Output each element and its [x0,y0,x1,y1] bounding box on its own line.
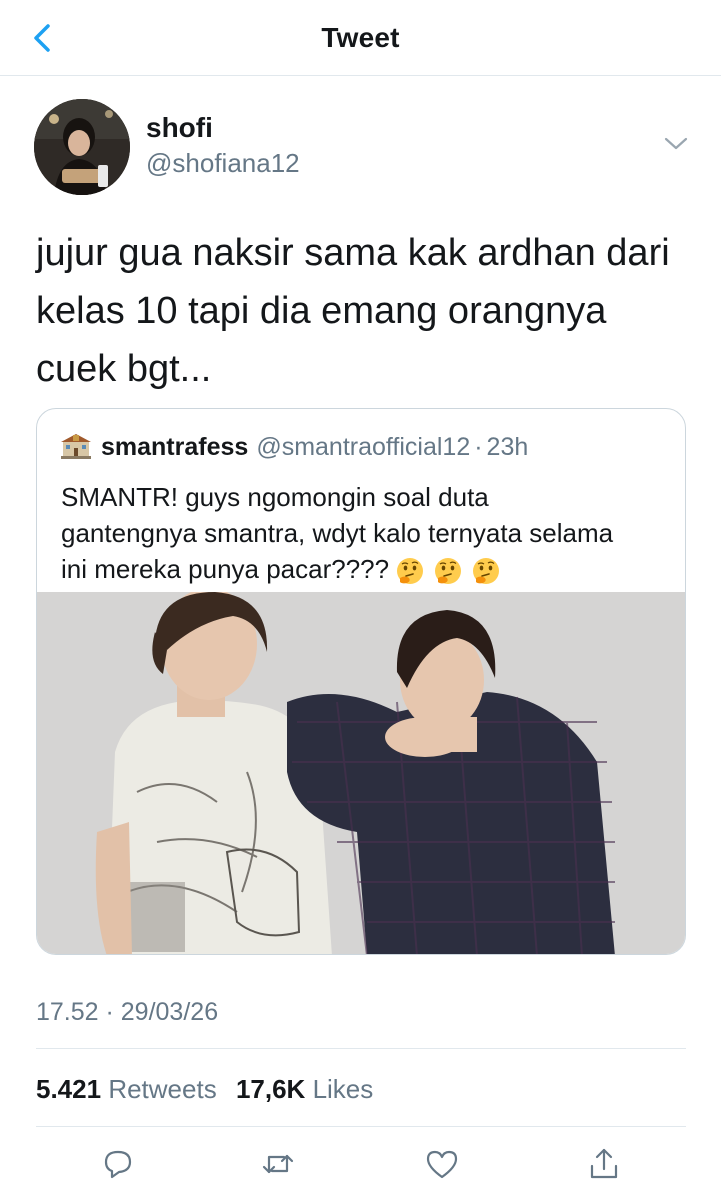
page-title: Tweet [321,22,400,53]
separator-dot: · [474,433,483,461]
quoted-line: ini mereka punya pacar???? [61,551,671,595]
quoted-line: SMANTR! guys ngomongin soal duta [61,482,489,512]
chevron-down-icon[interactable] [662,134,690,154]
author-handle[interactable]: @shofiana12 [146,148,300,179]
thinking-face-icon [435,558,462,584]
divider [36,1048,686,1049]
engagement-stats: 5.421 Retweets 17,6K Likes [36,1074,385,1105]
quoted-author-handle: @smantraofficial12 [256,433,471,461]
reply-icon[interactable] [100,1146,136,1182]
avatar-photo [34,99,130,195]
top-bar: Tweet [0,0,721,76]
retweets-count[interactable]: 5.421 [36,1074,101,1104]
quoted-tweet-header: smantrafess @smantraofficial12 · 23h [61,433,528,463]
quoted-line-text: ini mereka punya pacar???? [61,554,390,584]
share-icon[interactable] [586,1146,622,1182]
retweet-icon[interactable] [260,1146,296,1182]
tweet-line: cuek bgt... [36,348,212,390]
retweets-label[interactable]: Retweets [108,1074,216,1104]
tweet-line: jujur gua naksir sama kak ardhan dari [36,232,670,274]
thinking-face-icon [397,558,424,584]
thinking-face-icon [473,558,500,584]
divider [36,1126,686,1127]
quoted-author-name: smantrafess [101,433,249,461]
school-building-icon [61,434,91,459]
action-bar [0,1140,721,1190]
emoji-row [395,556,509,595]
photo-two-people [37,592,685,954]
like-icon[interactable] [424,1146,460,1182]
quoted-tweet-card[interactable]: smantrafess @smantraofficial12 · 23h SMANTR… [36,408,686,955]
quoted-tweet-text: SMANTR! guys ngomongin soal duta ganteng… [61,479,671,595]
likes-count[interactable]: 17,6K [236,1074,305,1104]
tweet-timestamp: 17.52 · 29/03/26 [36,998,219,1026]
tweet-line: kelas 10 tapi dia emang orangnya [36,290,607,332]
tweet-text: jujur gua naksir sama kak ardhan dari ke… [36,224,686,398]
likes-label[interactable]: Likes [313,1074,374,1104]
quoted-tweet-image[interactable] [37,592,685,954]
quoted-line: gantengnya smantra, wdyt kalo ternyata s… [61,518,614,548]
quoted-time: 23h [486,433,529,461]
author-name[interactable]: shofi [146,112,213,144]
avatar[interactable] [34,99,130,195]
